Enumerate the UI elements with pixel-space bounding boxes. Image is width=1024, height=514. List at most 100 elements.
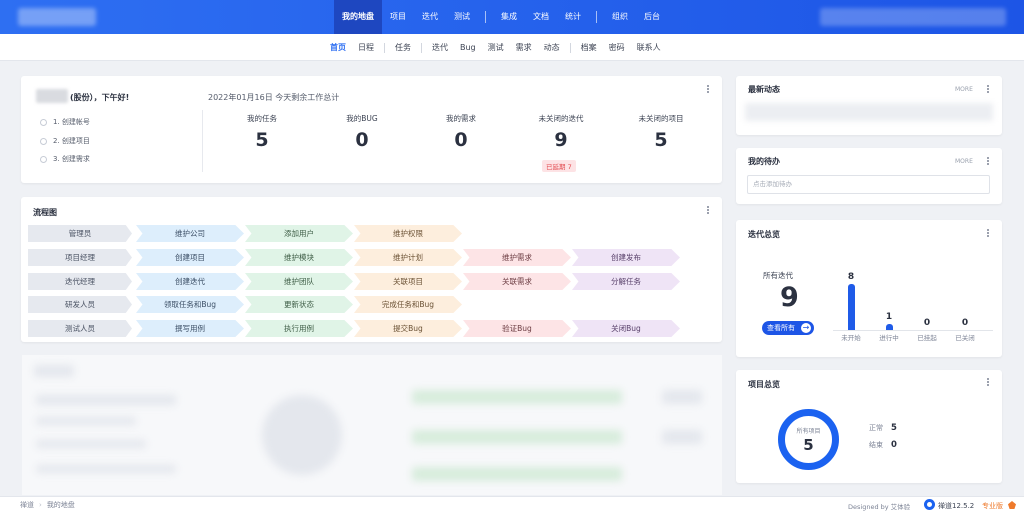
edition-label[interactable]: 专业版: [982, 501, 1003, 511]
flow-step[interactable]: 执行用例: [245, 320, 353, 337]
todo-more-link[interactable]: MORE: [955, 158, 973, 165]
divider: [202, 110, 203, 172]
subnav-dynamic[interactable]: 动态: [538, 42, 566, 53]
nav-organization[interactable]: 组织: [604, 0, 636, 34]
flow-step[interactable]: 验证Bug: [463, 320, 571, 337]
flow-step[interactable]: 创建迭代: [136, 273, 244, 290]
more-options-icon[interactable]: [985, 228, 991, 240]
breadcrumb-item[interactable]: 禅道: [20, 501, 34, 509]
more-options-icon[interactable]: [705, 205, 711, 217]
nav-admin[interactable]: 后台: [636, 0, 668, 34]
avatar: [36, 89, 68, 103]
flow-step[interactable]: 撰写用例: [136, 320, 244, 337]
company-logo[interactable]: [18, 8, 96, 26]
crown-icon: [1008, 501, 1016, 509]
date-summary: 2022年01月16日 今天剩余工作总计: [208, 93, 340, 102]
flow-step[interactable]: 关联项目: [354, 273, 462, 290]
project-title: 项目总览: [748, 380, 780, 389]
bar-category-label: 未开始: [841, 334, 861, 342]
flow-step[interactable]: 提交Bug: [354, 320, 462, 337]
stat-value: 0: [355, 129, 369, 151]
flow-step[interactable]: 创建项目: [136, 249, 244, 266]
nav-iteration[interactable]: 迭代: [414, 0, 446, 34]
bar-value-label: 0: [961, 318, 969, 328]
subnav-divider: [421, 42, 422, 53]
stat-value: 0: [454, 129, 468, 151]
subnav-contacts[interactable]: 联系人: [631, 42, 667, 53]
nav-my-dashboard[interactable]: 我的地盘: [334, 0, 382, 34]
stat-my-stories[interactable]: 我的需求 0: [411, 113, 511, 151]
more-options-icon[interactable]: [985, 156, 991, 168]
legend-value: 0: [891, 440, 897, 450]
news-more-link[interactable]: MORE: [955, 86, 973, 93]
all-iterations-value: 9: [780, 282, 799, 313]
step-label: 1. 创建帐号: [53, 118, 90, 126]
legend-value: 5: [891, 423, 897, 433]
step-circle-icon: [40, 118, 47, 126]
subnav-tasks[interactable]: 任务: [389, 42, 417, 53]
flow-step[interactable]: 完成任务和Bug: [354, 296, 462, 313]
flow-step[interactable]: 分解任务: [572, 273, 680, 290]
stat-label: 我的需求: [446, 114, 476, 123]
stat-open-projects[interactable]: 未关闭的项目 5: [611, 113, 711, 151]
view-all-button[interactable]: 查看所有 →: [762, 321, 814, 335]
onboarding-step[interactable]: 1. 创建帐号: [40, 117, 90, 127]
flow-step[interactable]: 关闭Bug: [572, 320, 680, 337]
user-menu[interactable]: [820, 8, 1006, 26]
legend-label: 结束: [869, 441, 883, 449]
onboarding-step[interactable]: 2. 创建项目: [40, 136, 90, 146]
stat-my-bugs[interactable]: 我的BUG 0: [312, 113, 412, 151]
breadcrumb-item[interactable]: 我的地盘: [47, 501, 75, 509]
overdue-badge: 已延期 7: [542, 160, 576, 172]
news-item[interactable]: [745, 103, 993, 121]
stat-label: 我的任务: [247, 114, 277, 123]
nav-integration[interactable]: 集成: [493, 0, 525, 34]
stat-label: 未关闭的项目: [638, 114, 684, 123]
subnav-test[interactable]: 测试: [482, 42, 510, 53]
more-options-icon[interactable]: [705, 84, 711, 96]
add-todo-input[interactable]: 点击添加待办: [747, 175, 990, 194]
sub-navbar: 首页 日程 任务 迭代 Bug 测试 需求 动态 档案 密码 联系人: [0, 34, 1024, 61]
all-iterations-label: 所有迭代: [763, 271, 793, 280]
nav-project[interactable]: 项目: [382, 0, 414, 34]
bar-value-label: 0: [923, 318, 931, 328]
footer: 禅道 › 我的地盘 Designed by 艾体验 禅道12.5.2 专业版: [0, 496, 1024, 514]
nav-statistics[interactable]: 统计: [557, 0, 589, 34]
flow-step[interactable]: 添加用户: [245, 225, 353, 242]
stat-open-iterations[interactable]: 未关闭的迭代 9: [511, 113, 611, 151]
onboarding-step[interactable]: 3. 创建需求: [40, 154, 90, 164]
more-options-icon[interactable]: [985, 84, 991, 96]
stat-label: 未关闭的迭代: [538, 114, 584, 123]
flow-role: 项目经理: [28, 249, 132, 266]
subnav-bug[interactable]: Bug: [454, 43, 482, 52]
flow-step[interactable]: 关联需求: [463, 273, 571, 290]
bar-category-label: 已关闭: [955, 334, 975, 342]
flow-step[interactable]: 维护需求: [463, 249, 571, 266]
subnav-iteration[interactable]: 迭代: [426, 42, 454, 53]
flow-step[interactable]: 维护团队: [245, 273, 353, 290]
subnav-password[interactable]: 密码: [603, 42, 631, 53]
version-link[interactable]: 禅道12.5.2: [938, 501, 974, 511]
bar: [886, 324, 893, 330]
nav-test[interactable]: 测试: [446, 0, 478, 34]
flow-step[interactable]: 创建发布: [572, 249, 680, 266]
news-title: 最新动态: [748, 85, 780, 94]
todo-title: 我的待办: [748, 157, 780, 166]
subnav-calendar[interactable]: 日程: [352, 42, 380, 53]
subnav-story[interactable]: 需求: [510, 42, 538, 53]
breadcrumb: 禅道 › 我的地盘: [20, 500, 75, 510]
stat-my-tasks[interactable]: 我的任务 5: [212, 113, 312, 151]
more-options-icon[interactable]: [985, 377, 991, 389]
designed-by: Designed by 艾体验: [848, 503, 911, 511]
flow-step[interactable]: 维护模块: [245, 249, 353, 266]
subnav-profile[interactable]: 档案: [575, 42, 603, 53]
subnav-home[interactable]: 首页: [324, 42, 352, 53]
flow-step[interactable]: 维护公司: [136, 225, 244, 242]
nav-docs[interactable]: 文档: [525, 0, 557, 34]
flow-step[interactable]: 领取任务和Bug: [136, 296, 244, 313]
top-navbar: 我的地盘 项目 迭代 测试 集成 文档 统计 组织 后台: [0, 0, 1024, 34]
flow-step[interactable]: 维护计划: [354, 249, 462, 266]
flow-step[interactable]: 更新状态: [245, 296, 353, 313]
flow-step[interactable]: 维护权限: [354, 225, 462, 242]
bar-value-label: 8: [847, 272, 855, 282]
